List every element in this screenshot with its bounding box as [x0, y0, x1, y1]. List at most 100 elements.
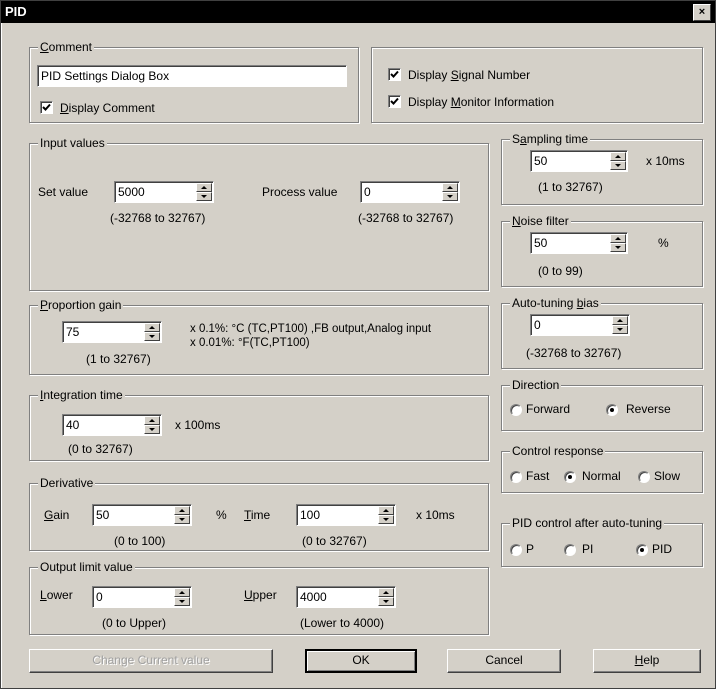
- direction-forward-radio[interactable]: [510, 404, 522, 416]
- spin-up-icon[interactable]: [612, 316, 628, 325]
- derivative-time-spinbox[interactable]: 100: [296, 504, 396, 526]
- pid-dialog: PID × Comment PID Settings Dialog Box Di…: [0, 0, 716, 689]
- spin-up-icon[interactable]: [144, 323, 160, 332]
- direction-group: Direction Forward Reverse: [501, 378, 703, 431]
- comment-group: Comment PID Settings Dialog Box Display …: [29, 40, 359, 123]
- spin-up-icon[interactable]: [174, 506, 190, 515]
- control-response-fast-label: Fast: [526, 469, 550, 483]
- input-values-group: Input values Set value 5000 (-32768 to 3…: [29, 136, 489, 291]
- spin-down-icon[interactable]: [442, 192, 458, 201]
- process-value-spinbox[interactable]: 0: [360, 181, 460, 203]
- spin-up-icon[interactable]: [610, 234, 626, 243]
- spin-down-icon[interactable]: [610, 161, 626, 170]
- spin-down-icon[interactable]: [144, 332, 160, 341]
- spin-down-icon[interactable]: [378, 597, 394, 606]
- auto-tuning-bias-range: (-32768 to 32767): [526, 346, 622, 360]
- output-limit-group-label: Output limit value: [38, 560, 135, 574]
- control-response-fast-radio[interactable]: [510, 471, 522, 483]
- spin-up-icon[interactable]: [174, 588, 190, 597]
- process-value-value: 0: [364, 185, 371, 199]
- noise-filter-range: (0 to 99): [538, 264, 583, 278]
- set-value-spinbox[interactable]: 5000: [114, 181, 214, 203]
- close-button[interactable]: ×: [693, 4, 711, 21]
- sampling-time-group: Sampling time 50 x 10ms (1 to 32767): [501, 132, 703, 205]
- output-limit-upper-label: Upper: [244, 588, 277, 602]
- pid-after-tuning-group-label: PID control after auto-tuning: [510, 516, 665, 530]
- output-limit-upper-range: (Lower to 4000): [300, 616, 385, 630]
- display-comment-checkbox[interactable]: [40, 101, 53, 114]
- derivative-group-label: Derivative: [38, 476, 96, 490]
- integration-time-unit: x 100ms: [175, 418, 221, 432]
- display-monitor-information-checkbox[interactable]: [388, 95, 401, 108]
- spin-down-icon[interactable]: [174, 597, 190, 606]
- control-response-normal-radio[interactable]: [564, 471, 576, 483]
- derivative-gain-value: 50: [96, 508, 110, 522]
- display-options-group: Display Signal Number Display Monitor In…: [371, 47, 703, 123]
- integration-time-value: 40: [66, 418, 80, 432]
- output-limit-lower-range: (0 to Upper): [102, 616, 167, 630]
- spin-up-icon[interactable]: [196, 183, 212, 192]
- auto-tuning-bias-value: 0: [534, 318, 541, 332]
- proportion-gain-note-1: x 0.1%: °C (TC,PT100) ,FB output,Analog …: [190, 323, 432, 335]
- spin-up-icon[interactable]: [144, 416, 160, 425]
- pid-after-pid-label: PID: [652, 542, 673, 556]
- proportion-gain-note-2: x 0.01%: °F(TC,PT100): [190, 337, 310, 349]
- pid-after-pid-radio[interactable]: [636, 544, 648, 556]
- derivative-gain-label: Gain: [44, 508, 70, 522]
- cancel-button[interactable]: Cancel: [447, 649, 561, 673]
- pid-after-pi-radio[interactable]: [564, 544, 576, 556]
- derivative-time-label: Time: [244, 508, 271, 522]
- spin-down-icon[interactable]: [610, 243, 626, 252]
- title-bar[interactable]: PID ×: [1, 1, 715, 23]
- display-signal-number-checkbox[interactable]: [388, 68, 401, 81]
- noise-filter-value: 50: [534, 236, 548, 250]
- spin-up-icon[interactable]: [442, 183, 458, 192]
- output-limit-lower-spinbox[interactable]: 0: [92, 586, 192, 608]
- sampling-time-unit: x 10ms: [646, 154, 685, 168]
- display-monitor-information-label: Display Monitor Information: [408, 95, 555, 109]
- control-response-slow-radio[interactable]: [638, 471, 650, 483]
- integration-time-group: Integration time 40 x 100ms (0 to 32767): [29, 388, 489, 461]
- change-current-value-button[interactable]: Change Current value: [29, 649, 273, 673]
- comment-group-label: Comment: [38, 40, 95, 54]
- help-button[interactable]: Help: [593, 649, 701, 673]
- derivative-time-range: (0 to 32767): [302, 534, 367, 548]
- proportion-gain-range: (1 to 32767): [86, 352, 151, 366]
- spin-up-icon[interactable]: [378, 588, 394, 597]
- comment-input[interactable]: PID Settings Dialog Box: [37, 65, 347, 87]
- spin-up-icon[interactable]: [378, 506, 394, 515]
- sampling-time-range: (1 to 32767): [538, 180, 603, 194]
- control-response-group-label: Control response: [510, 444, 606, 458]
- ok-button[interactable]: OK: [305, 649, 417, 673]
- output-limit-upper-spinbox[interactable]: 4000: [296, 586, 396, 608]
- noise-filter-unit: %: [658, 236, 669, 250]
- integration-time-range: (0 to 32767): [68, 442, 133, 456]
- proportion-gain-value: 75: [66, 325, 80, 339]
- integration-time-group-label: Integration time: [38, 388, 125, 402]
- integration-time-spinbox[interactable]: 40: [62, 414, 162, 436]
- sampling-time-spinbox[interactable]: 50: [530, 150, 628, 172]
- sampling-time-value: 50: [534, 154, 548, 168]
- pid-after-p-radio[interactable]: [510, 544, 522, 556]
- pid-after-tuning-group: PID control after auto-tuning P PI PID: [501, 516, 703, 567]
- direction-reverse-radio[interactable]: [606, 404, 618, 416]
- proportion-gain-spinbox[interactable]: 75: [62, 321, 162, 343]
- spin-down-icon[interactable]: [196, 192, 212, 201]
- auto-tuning-bias-spinbox[interactable]: 0: [530, 314, 630, 336]
- control-response-normal-label: Normal: [582, 469, 621, 483]
- display-comment-label: Display Comment: [60, 101, 155, 115]
- pid-after-p-label: P: [526, 542, 535, 556]
- checkmark-icon: [390, 70, 399, 78]
- derivative-gain-spinbox[interactable]: 50: [92, 504, 192, 526]
- spin-down-icon[interactable]: [378, 515, 394, 524]
- display-signal-number-label: Display Signal Number: [408, 68, 531, 82]
- set-value-label: Set value: [38, 185, 89, 199]
- derivative-group: Derivative Gain 50 % (0 to 100) Time 100…: [29, 476, 489, 551]
- proportion-gain-group-label: Proportion gain: [38, 298, 124, 312]
- output-limit-lower-label: Lower: [40, 588, 73, 602]
- spin-down-icon[interactable]: [144, 425, 160, 434]
- spin-down-icon[interactable]: [612, 325, 628, 334]
- spin-up-icon[interactable]: [610, 152, 626, 161]
- spin-down-icon[interactable]: [174, 515, 190, 524]
- noise-filter-spinbox[interactable]: 50: [530, 232, 628, 254]
